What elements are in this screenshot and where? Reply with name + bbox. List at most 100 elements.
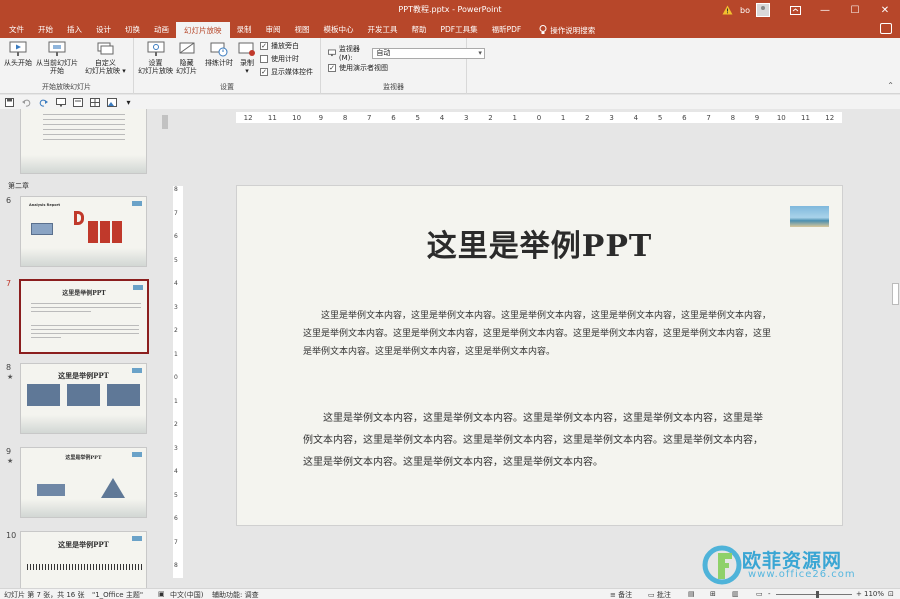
tab-insert[interactable]: 插入 bbox=[60, 22, 89, 38]
thumbnails-scrollbar[interactable] bbox=[161, 109, 169, 588]
slide-image[interactable] bbox=[790, 206, 829, 227]
slide-thumbnail-8[interactable]: 这里是举例PPT bbox=[20, 363, 147, 434]
slide-layout-icon[interactable] bbox=[72, 97, 83, 107]
card-block bbox=[107, 384, 140, 406]
tab-developer[interactable]: 开发工具 bbox=[361, 22, 405, 38]
zoom-level[interactable]: 110% bbox=[864, 590, 884, 598]
save-icon[interactable] bbox=[4, 97, 15, 107]
zoom-slider-handle[interactable] bbox=[816, 591, 819, 598]
theme-name: "1_Office 主题" bbox=[92, 591, 144, 599]
user-name[interactable]: bo bbox=[740, 6, 750, 15]
tab-help[interactable]: 帮助 bbox=[405, 22, 434, 38]
language[interactable]: 中文(中国) bbox=[170, 590, 203, 599]
from-current-button[interactable]: 从当前幻灯片 开始 bbox=[36, 41, 78, 75]
tab-animations[interactable]: 动画 bbox=[147, 22, 176, 38]
accessibility-status[interactable]: 辅助功能: 调查 bbox=[212, 590, 259, 599]
text-line bbox=[31, 337, 61, 338]
slideshow-view-icon[interactable]: ▭ bbox=[756, 590, 763, 598]
tab-template-center[interactable]: 模板中心 bbox=[317, 22, 361, 38]
picture-icon[interactable] bbox=[106, 97, 117, 107]
comments-icon[interactable] bbox=[880, 23, 892, 34]
tab-pdf-tools[interactable]: PDF工具集 bbox=[434, 22, 485, 38]
from-beginning-label: 从头开始 bbox=[4, 59, 32, 67]
maximize-button[interactable]: ☐ bbox=[840, 0, 870, 20]
monitor-label: 监视器(M): bbox=[338, 45, 360, 62]
title-bar: PPT教程.pptx - PowerPoint bo — ☐ ✕ bbox=[0, 0, 900, 20]
normal-view-icon[interactable]: ▤ bbox=[688, 590, 695, 598]
collapse-ribbon-icon[interactable]: ⌃ bbox=[887, 81, 894, 90]
tab-home[interactable]: 开始 bbox=[31, 22, 60, 38]
tab-record[interactable]: 录制 bbox=[230, 22, 259, 38]
scroll-thumb[interactable] bbox=[892, 283, 899, 305]
tab-foxit-pdf[interactable]: 福昕PDF bbox=[485, 22, 529, 38]
setup-slideshow-icon bbox=[147, 41, 164, 56]
record-button[interactable]: 录制 ▾ bbox=[238, 41, 256, 75]
zoom-out-button[interactable]: - bbox=[768, 590, 771, 598]
comments-button[interactable]: ▭ 批注 bbox=[648, 590, 671, 599]
tab-design[interactable]: 设计 bbox=[89, 22, 118, 38]
slide-sorter-icon[interactable]: ⊞ bbox=[710, 590, 716, 598]
rehearse-timings-button[interactable]: 排练计时 bbox=[205, 41, 233, 67]
slide-thumbnail-9[interactable]: 这里是举例PPT bbox=[20, 447, 147, 518]
ruler-tick-label: 4 bbox=[174, 468, 178, 475]
slide-thumbnail-10[interactable]: 这里是举例PPT bbox=[20, 531, 147, 588]
close-button[interactable]: ✕ bbox=[870, 0, 900, 20]
warning-icon[interactable] bbox=[720, 3, 734, 17]
ruler-tick-label: 2 bbox=[174, 327, 178, 334]
hide-slide-button[interactable]: 隐藏 幻灯片 bbox=[176, 41, 197, 75]
slide-paragraph-2[interactable]: 这里是举例文本内容，这里是举例文本内容。这里是举例文本内容，这里是举例文本内容，… bbox=[303, 408, 767, 474]
redo-icon[interactable] bbox=[38, 97, 49, 107]
ruler-tick-label: 12 bbox=[825, 113, 835, 122]
show-media-controls-option[interactable]: ✓ 显示媒体控件 bbox=[260, 67, 313, 77]
slide-thumb-title: 这里是举例PPT bbox=[58, 540, 109, 549]
tab-transitions[interactable]: 切换 bbox=[118, 22, 147, 38]
setup-slideshow-button[interactable]: 设置 幻灯片放映 bbox=[138, 41, 173, 75]
section-header[interactable]: 第二章 bbox=[8, 181, 29, 191]
monitor-dropdown[interactable]: 自动 bbox=[372, 47, 485, 59]
scroll-thumb[interactable] bbox=[162, 115, 168, 129]
ruler-tick-label: 5 bbox=[415, 113, 420, 122]
ruler-tick-label: 8 bbox=[174, 186, 178, 193]
undo-icon[interactable] bbox=[21, 97, 32, 107]
slide-canvas[interactable]: 这里是举例PPT 这里是举例文本内容，这里是举例文本内容。这里是举例文本内容，这… bbox=[236, 185, 843, 526]
presenter-view-option[interactable]: ✓ 使用演示者视图 bbox=[328, 63, 388, 73]
minimize-button[interactable]: — bbox=[810, 0, 840, 20]
tab-slideshow[interactable]: 幻灯片放映 bbox=[176, 22, 230, 38]
ribbon-display-options-icon[interactable] bbox=[780, 0, 810, 20]
notes-button[interactable]: ≡ 备注 bbox=[610, 590, 632, 599]
presenter-view-checkbox[interactable]: ✓ bbox=[328, 64, 336, 72]
slide-scrollbar[interactable] bbox=[891, 109, 900, 588]
zoom-in-button[interactable]: + bbox=[856, 590, 862, 598]
custom-slideshow-button[interactable]: 自定义 幻灯片放映 ▾ bbox=[85, 41, 126, 75]
slide-number: 8 bbox=[6, 363, 12, 372]
use-timings-option[interactable]: 使用计时 bbox=[260, 54, 299, 64]
tab-view[interactable]: 视图 bbox=[288, 22, 317, 38]
slide-thumbnail-7[interactable]: 这里是举例PPT bbox=[19, 279, 149, 354]
zoom-slider[interactable] bbox=[776, 594, 852, 595]
ruler-tick-label: 4 bbox=[174, 280, 178, 287]
user-avatar[interactable] bbox=[756, 3, 770, 17]
tab-review[interactable]: 审阅 bbox=[259, 22, 288, 38]
slide-thumbnail-5[interactable] bbox=[20, 109, 147, 174]
fit-slide-icon[interactable]: ⊡ bbox=[888, 590, 894, 598]
show-media-controls-checkbox[interactable]: ✓ bbox=[260, 68, 268, 76]
table-icon[interactable] bbox=[89, 97, 100, 107]
spellcheck-icon[interactable]: ▣ bbox=[158, 590, 165, 598]
ruler-tick-label: 10 bbox=[776, 113, 786, 122]
tell-me-search[interactable]: 操作说明搜索 bbox=[532, 22, 602, 38]
slide-paragraph-1[interactable]: 这里是举例文本内容，这里是举例文本内容。这里是举例文本内容，这里是举例文本内容，… bbox=[303, 307, 779, 361]
ruler-tick-label: 2 bbox=[488, 113, 493, 122]
lightbulb-icon bbox=[539, 25, 547, 34]
slide-number: 7 bbox=[6, 279, 12, 288]
reading-view-icon[interactable]: ▥ bbox=[732, 590, 739, 598]
customize-qat-icon[interactable]: ▾ bbox=[123, 97, 134, 107]
from-beginning-button[interactable]: 从头开始 bbox=[4, 41, 32, 67]
present-icon[interactable] bbox=[55, 97, 66, 107]
record-icon bbox=[238, 42, 255, 56]
use-timings-checkbox[interactable] bbox=[260, 55, 268, 63]
slide-thumbnail-6[interactable]: Analysis Report bbox=[20, 196, 147, 267]
tab-file[interactable]: 文件 bbox=[2, 22, 31, 38]
play-narrations-option[interactable]: ✓ 播放旁白 bbox=[260, 41, 299, 51]
slide-title[interactable]: 这里是举例PPT bbox=[237, 221, 842, 265]
play-narrations-checkbox[interactable]: ✓ bbox=[260, 42, 268, 50]
